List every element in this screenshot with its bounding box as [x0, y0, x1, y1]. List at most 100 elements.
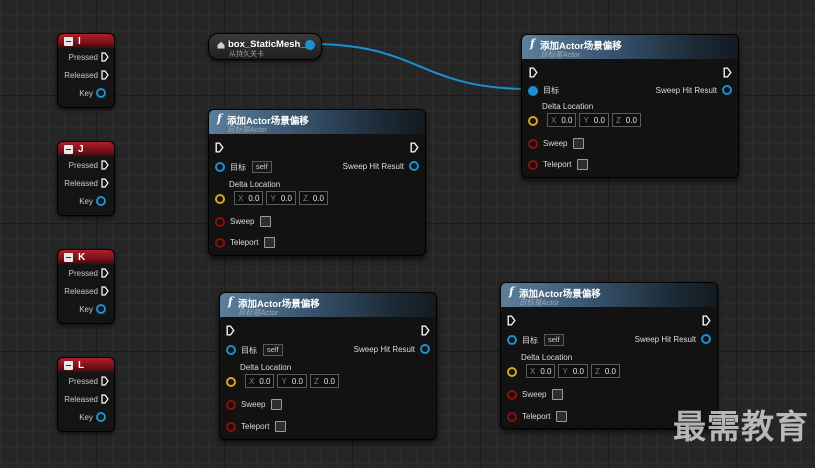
- add-actor-world-offset-node[interactable]: f 添加Actor场景偏移 目标是Actor 目标 self Sweep Hit…: [219, 292, 437, 440]
- exec-out-pin-icon[interactable]: [101, 70, 109, 80]
- delta-x-field[interactable]: X 0.0: [547, 113, 577, 127]
- released-pin-row[interactable]: Released: [58, 390, 114, 408]
- teleport-pin-row[interactable]: Teleport: [226, 421, 287, 432]
- sweep-checkbox[interactable]: [271, 399, 283, 410]
- delta-y-field[interactable]: Y 0.0: [558, 364, 588, 378]
- exec-out-pin-icon[interactable]: [723, 67, 732, 78]
- delta-location-pin-icon[interactable]: [226, 377, 236, 387]
- sweep-hit-result-pin-row[interactable]: Sweep Hit Result: [656, 85, 732, 95]
- key-struct-pin-icon[interactable]: [96, 412, 106, 422]
- target-self-field[interactable]: self: [263, 344, 283, 356]
- key-struct-pin-icon[interactable]: [96, 304, 106, 314]
- delta-y-field[interactable]: Y 0.0: [579, 113, 609, 127]
- target-object-pin-icon[interactable]: [507, 335, 517, 345]
- exec-in-pin-icon[interactable]: [507, 315, 516, 326]
- key-pin-row[interactable]: Key: [58, 408, 114, 426]
- delta-y-field[interactable]: Y 0.0: [277, 374, 307, 388]
- exec-out-pin-icon[interactable]: [702, 315, 711, 326]
- exec-out-pin-icon[interactable]: [101, 268, 109, 278]
- sweep-bool-pin-icon[interactable]: [528, 138, 538, 149]
- key-pin-row[interactable]: Key: [58, 192, 114, 210]
- target-self-field[interactable]: self: [252, 161, 272, 173]
- delta-x-field[interactable]: X 0.0: [526, 364, 556, 378]
- delta-z-field[interactable]: Z 0.0: [590, 364, 620, 378]
- teleport-checkbox[interactable]: [275, 421, 287, 432]
- delta-location-pin-icon[interactable]: [528, 116, 538, 126]
- teleport-checkbox[interactable]: [264, 237, 276, 248]
- sweep-hit-result-pin-row[interactable]: Sweep Hit Result: [354, 344, 430, 354]
- target-object-pin-icon[interactable]: [528, 85, 538, 96]
- exec-out-pin-icon[interactable]: [101, 376, 109, 386]
- exec-out-pin-icon[interactable]: [421, 325, 430, 336]
- target-object-pin-icon[interactable]: [215, 162, 225, 172]
- pressed-pin-row[interactable]: Pressed: [58, 48, 114, 66]
- sweep-checkbox[interactable]: [260, 216, 272, 227]
- target-pin-row[interactable]: 目标 self: [226, 344, 283, 356]
- pressed-pin-row[interactable]: Pressed: [58, 156, 114, 174]
- sweep-pin-row[interactable]: Sweep: [215, 216, 272, 227]
- exec-out-pin-icon[interactable]: [101, 394, 109, 404]
- sweep-hit-result-pin-row[interactable]: Sweep Hit Result: [635, 334, 711, 344]
- key-pin-row[interactable]: Key: [58, 84, 114, 102]
- key-pin-row[interactable]: Key: [58, 300, 114, 318]
- key-struct-pin-icon[interactable]: [96, 88, 106, 98]
- target-pin-row[interactable]: 目标 self: [215, 161, 272, 173]
- input-key-event-node[interactable]: I Pressed Released Key: [57, 33, 115, 108]
- sweep-pin-row[interactable]: Sweep: [528, 138, 585, 149]
- released-pin-row[interactable]: Released: [58, 282, 114, 300]
- sweep-hit-result-pin-row[interactable]: Sweep Hit Result: [343, 161, 419, 171]
- teleport-bool-pin-icon[interactable]: [528, 159, 538, 170]
- input-key-event-node[interactable]: L Pressed Released Key: [57, 357, 115, 432]
- delta-y-field[interactable]: Y 0.0: [266, 191, 296, 205]
- sweep-bool-pin-icon[interactable]: [507, 389, 517, 400]
- exec-out-pin-icon[interactable]: [410, 142, 419, 153]
- input-key-event-node[interactable]: K Pressed Released Key: [57, 249, 115, 324]
- exec-out-pin-icon[interactable]: [101, 178, 109, 188]
- hit-result-pin-icon[interactable]: [420, 344, 430, 354]
- hit-result-pin-icon[interactable]: [722, 85, 732, 95]
- exec-out-pin-icon[interactable]: [101, 160, 109, 170]
- teleport-pin-row[interactable]: Teleport: [215, 237, 276, 248]
- sweep-checkbox[interactable]: [552, 389, 564, 400]
- delta-x-field[interactable]: X 0.0: [245, 374, 275, 388]
- static-mesh-variable-node[interactable]: box_StaticMesh_1 从持久关卡: [208, 33, 322, 60]
- sweep-bool-pin-icon[interactable]: [226, 399, 236, 410]
- target-object-pin-icon[interactable]: [226, 345, 236, 355]
- delta-location-pin-icon[interactable]: [507, 367, 517, 377]
- sweep-pin-row[interactable]: Sweep: [507, 389, 564, 400]
- exec-in-pin-icon[interactable]: [529, 67, 538, 78]
- key-struct-pin-icon[interactable]: [96, 196, 106, 206]
- delta-x-field[interactable]: X 0.0: [234, 191, 264, 205]
- hit-result-pin-icon[interactable]: [701, 334, 711, 344]
- add-actor-world-offset-node[interactable]: f 添加Actor场景偏移 目标是Actor 目标 Sweep Hit Resu…: [521, 34, 739, 178]
- delta-z-field[interactable]: Z 0.0: [611, 113, 641, 127]
- pressed-pin-row[interactable]: Pressed: [58, 372, 114, 390]
- hit-result-pin-icon[interactable]: [409, 161, 419, 171]
- pressed-pin-row[interactable]: Pressed: [58, 264, 114, 282]
- teleport-checkbox[interactable]: [556, 411, 568, 422]
- released-pin-row[interactable]: Released: [58, 174, 114, 192]
- teleport-bool-pin-icon[interactable]: [215, 237, 225, 248]
- exec-out-pin-icon[interactable]: [101, 286, 109, 296]
- teleport-bool-pin-icon[interactable]: [226, 421, 236, 432]
- exec-in-pin-icon[interactable]: [226, 325, 235, 336]
- exec-in-pin-icon[interactable]: [215, 142, 224, 153]
- teleport-checkbox[interactable]: [577, 159, 589, 170]
- teleport-pin-row[interactable]: Teleport: [528, 159, 589, 170]
- released-pin-row[interactable]: Released: [58, 66, 114, 84]
- sweep-checkbox[interactable]: [573, 138, 585, 149]
- sweep-pin-row[interactable]: Sweep: [226, 399, 283, 410]
- teleport-bool-pin-icon[interactable]: [507, 411, 517, 422]
- target-self-field[interactable]: self: [544, 334, 564, 346]
- exec-out-pin-icon[interactable]: [101, 52, 109, 62]
- sweep-bool-pin-icon[interactable]: [215, 216, 225, 227]
- delta-z-field[interactable]: Z 0.0: [298, 191, 328, 205]
- add-actor-world-offset-node[interactable]: f 添加Actor场景偏移 目标是Actor 目标 self Sweep Hit…: [208, 109, 426, 256]
- teleport-pin-row[interactable]: Teleport: [507, 411, 568, 422]
- target-pin-row[interactable]: 目标 self: [507, 334, 564, 346]
- input-key-event-node[interactable]: J Pressed Released Key: [57, 141, 115, 216]
- object-out-pin-icon[interactable]: [305, 40, 315, 50]
- target-pin-row[interactable]: 目标: [528, 85, 559, 96]
- delta-location-pin-icon[interactable]: [215, 194, 225, 204]
- delta-z-field[interactable]: Z 0.0: [309, 374, 339, 388]
